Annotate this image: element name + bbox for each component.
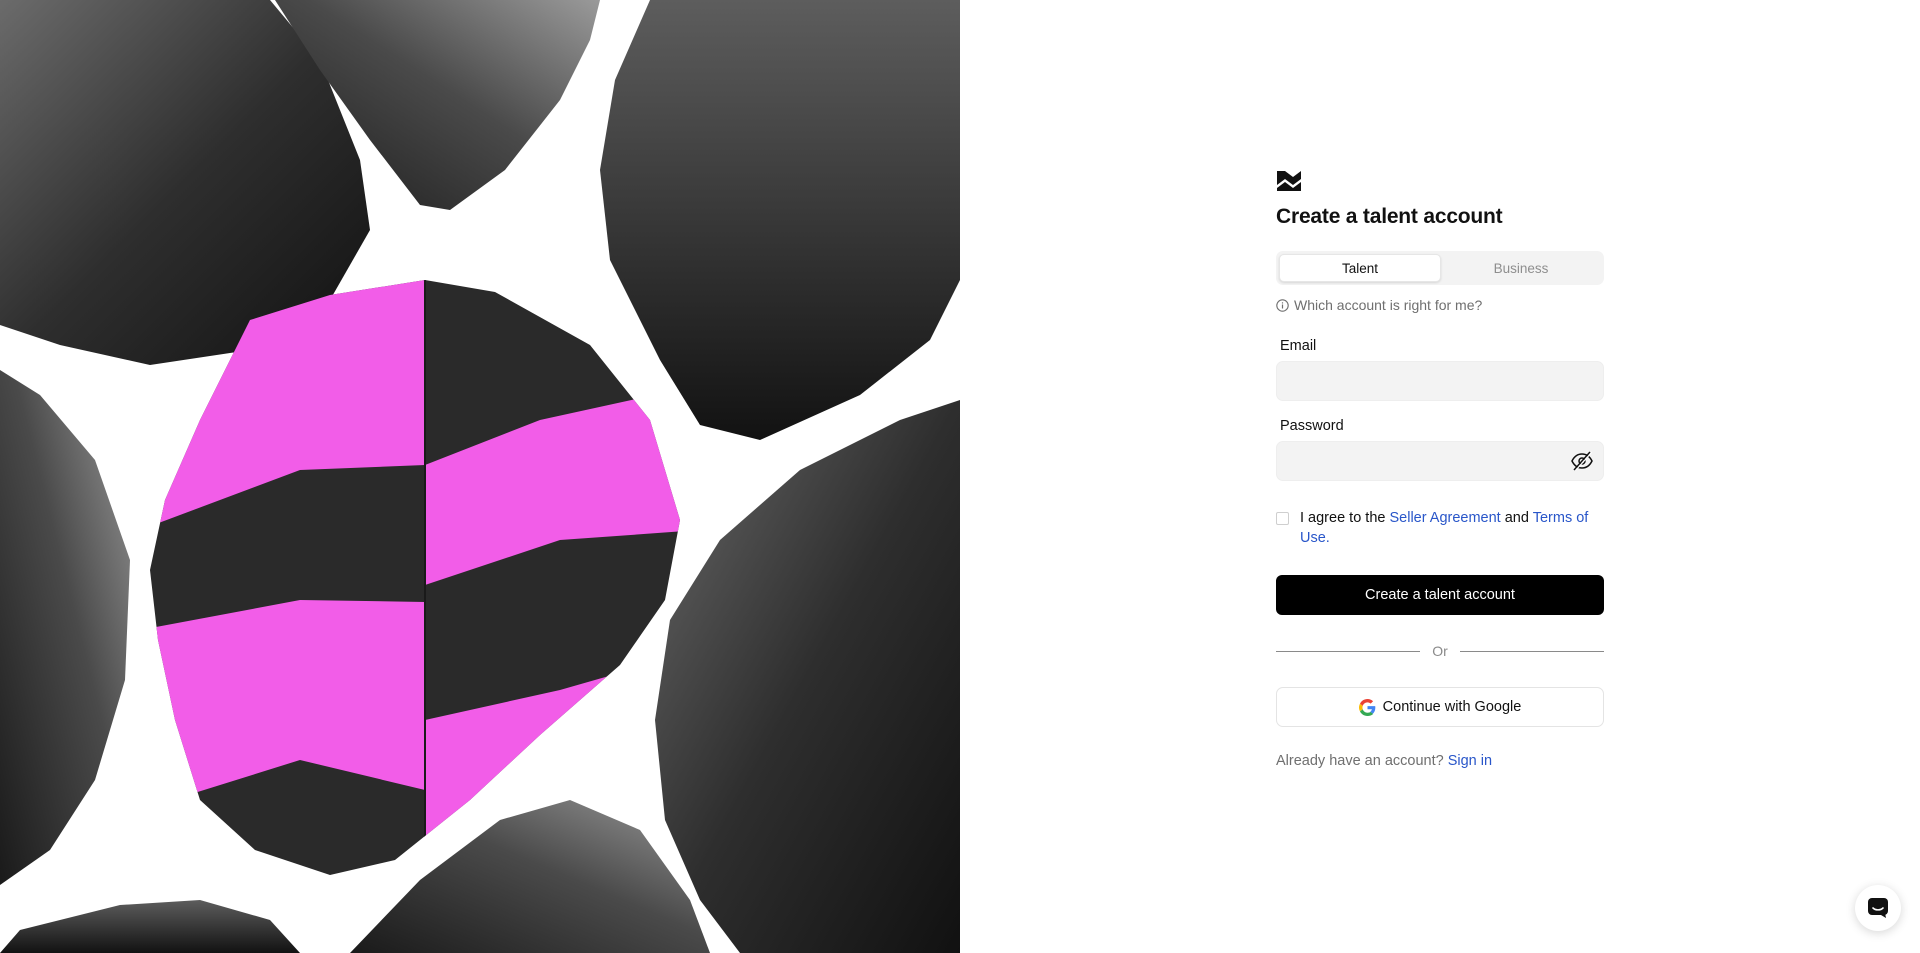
info-icon [1276, 298, 1289, 312]
email-label: Email [1280, 338, 1317, 354]
rock-center-striped [150, 280, 680, 875]
divider-line-right [1459, 650, 1604, 652]
signup-form: Create a talent account Talent Business … [1276, 168, 1604, 769]
hero-image [0, 0, 960, 953]
google-icon [1358, 698, 1375, 716]
password-label: Password [1280, 418, 1344, 434]
rock-bottom-left [0, 900, 300, 953]
eye-off-icon[interactable] [1570, 450, 1594, 472]
tab-business[interactable]: Business [1441, 254, 1601, 282]
signin-prompt: Already have an account? Sign in [1276, 753, 1604, 769]
password-field-wrapper [1276, 441, 1604, 481]
agreement-middle: and [1500, 510, 1533, 526]
divider-line-left [1276, 650, 1421, 652]
zigzag-logo-icon [1277, 171, 1301, 191]
rock-right-middle [655, 400, 960, 953]
password-field[interactable] [1276, 441, 1604, 481]
account-help-link[interactable]: Which account is right for me? [1276, 297, 1604, 313]
page-title: Create a talent account [1276, 205, 1503, 228]
signin-link[interactable]: Sign in [1448, 753, 1492, 769]
agreement-prefix: I agree to the [1300, 510, 1390, 526]
google-signin-button[interactable]: Continue with Google [1276, 687, 1604, 727]
email-field[interactable] [1276, 361, 1604, 401]
agreement-suffix: . [1325, 530, 1330, 546]
tab-talent[interactable]: Talent [1279, 254, 1441, 282]
agreement-text: I agree to the Seller Agreement and Term… [1300, 508, 1604, 548]
account-type-toggle: Talent Business [1276, 251, 1604, 285]
create-account-button[interactable]: Create a talent account [1276, 575, 1604, 615]
account-help-text: Which account is right for me? [1294, 297, 1483, 313]
divider-text: Or [1432, 643, 1448, 659]
chat-widget-button[interactable] [1855, 885, 1901, 931]
seller-agreement-link[interactable]: Seller Agreement [1389, 510, 1500, 526]
google-button-label: Continue with Google [1382, 699, 1522, 715]
chat-icon [1868, 898, 1888, 918]
agreement-checkbox[interactable] [1276, 512, 1289, 525]
rock-left-middle [0, 370, 130, 885]
signup-panel: Create a talent account Talent Business … [960, 0, 1920, 953]
email-field-wrapper [1276, 361, 1604, 401]
or-divider: Or [1276, 643, 1604, 659]
rock-top-right [600, 0, 960, 440]
agreement-row: I agree to the Seller Agreement and Term… [1276, 508, 1604, 548]
signin-prompt-text: Already have an account? [1276, 753, 1448, 769]
rocks-illustration [0, 0, 960, 953]
